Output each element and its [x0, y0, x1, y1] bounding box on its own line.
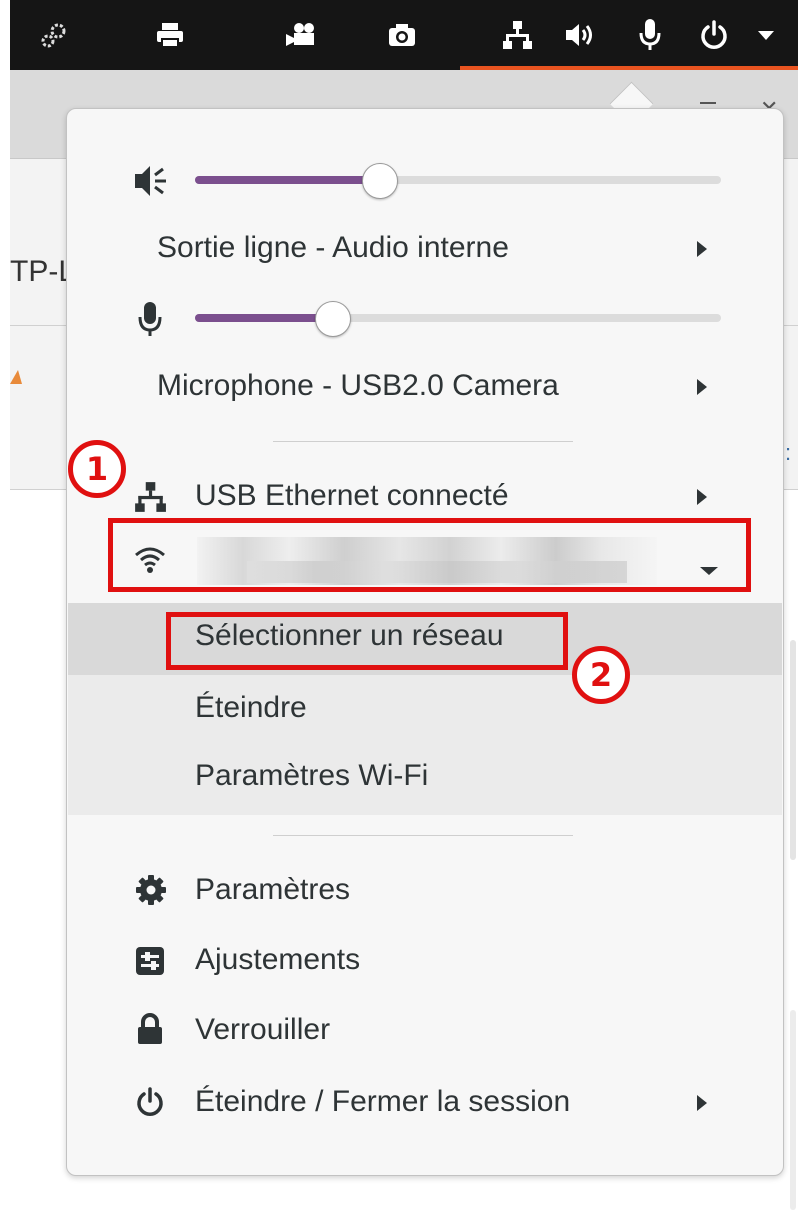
background-link-icon: : [785, 440, 792, 465]
step-1-badge: 1 [68, 440, 126, 498]
turn-off-label: Éteindre [195, 691, 307, 724]
output-volume-fill [195, 176, 380, 184]
video-camera-icon[interactable] [276, 0, 324, 70]
separator [273, 835, 573, 836]
tweaks-label: Ajustements [195, 943, 361, 976]
network-icon[interactable] [496, 0, 538, 70]
wifi-settings-label: Paramètres Wi-Fi [195, 759, 429, 792]
power-off-logout-label: Éteindre / Fermer la session [195, 1085, 571, 1118]
submenu-arrow-icon [697, 241, 707, 257]
submenu-item-turn-off[interactable]: Éteindre [68, 675, 784, 745]
separator [273, 441, 573, 442]
lock-label: Verrouiller [195, 1013, 331, 1046]
step-2-badge: 2 [572, 646, 630, 704]
network-icon [133, 479, 167, 520]
input-device-item[interactable]: Microphone - USB2.0 Camera [67, 357, 783, 417]
background-scrollbar [790, 640, 796, 860]
lock-icon [136, 1013, 164, 1050]
lock-item[interactable]: Verrouiller [67, 997, 783, 1063]
gear-icon [135, 874, 167, 911]
settings-item[interactable]: Paramètres [67, 857, 783, 923]
output-device-item[interactable]: Sortie ligne - Audio interne [67, 219, 783, 279]
output-device-label: Sortie ligne - Audio interne [157, 231, 509, 264]
tweaks-item[interactable]: Ajustements [67, 927, 783, 993]
ethernet-label: USB Ethernet connecté [195, 479, 509, 512]
camera-icon[interactable] [380, 0, 424, 70]
background-scrollbar [790, 1010, 796, 1210]
input-volume-slider[interactable] [195, 314, 721, 322]
output-volume-knob[interactable] [362, 163, 399, 199]
highlight-select-network [166, 612, 568, 670]
power-off-logout-item[interactable]: Éteindre / Fermer la session [67, 1069, 783, 1135]
highlight-wifi-row [108, 518, 751, 592]
output-volume-slider[interactable] [195, 176, 721, 184]
speaker-icon [133, 161, 171, 206]
submenu-arrow-icon [697, 1095, 707, 1111]
microphone-icon [137, 299, 163, 344]
tweaks-icon [135, 946, 165, 981]
input-volume-knob[interactable] [314, 301, 351, 337]
input-device-label: Microphone - USB2.0 Camera [157, 369, 559, 402]
submenu-arrow-icon [697, 379, 707, 395]
speaker-icon[interactable] [558, 0, 604, 70]
top-bar [10, 0, 798, 70]
background-logo-icon [10, 370, 22, 384]
microphone-icon[interactable] [630, 0, 670, 70]
power-icon[interactable] [692, 0, 736, 70]
settings-label: Paramètres [195, 873, 351, 906]
minimize-icon [700, 102, 716, 104]
dropdown-arrow-icon[interactable] [748, 0, 784, 70]
extensions-icon[interactable] [34, 0, 74, 70]
input-volume-fill [195, 314, 332, 322]
submenu-arrow-icon [697, 489, 707, 505]
submenu-item-wifi-settings[interactable]: Paramètres Wi-Fi [68, 745, 784, 815]
power-icon [134, 1086, 166, 1123]
printer-icon[interactable] [148, 0, 192, 70]
